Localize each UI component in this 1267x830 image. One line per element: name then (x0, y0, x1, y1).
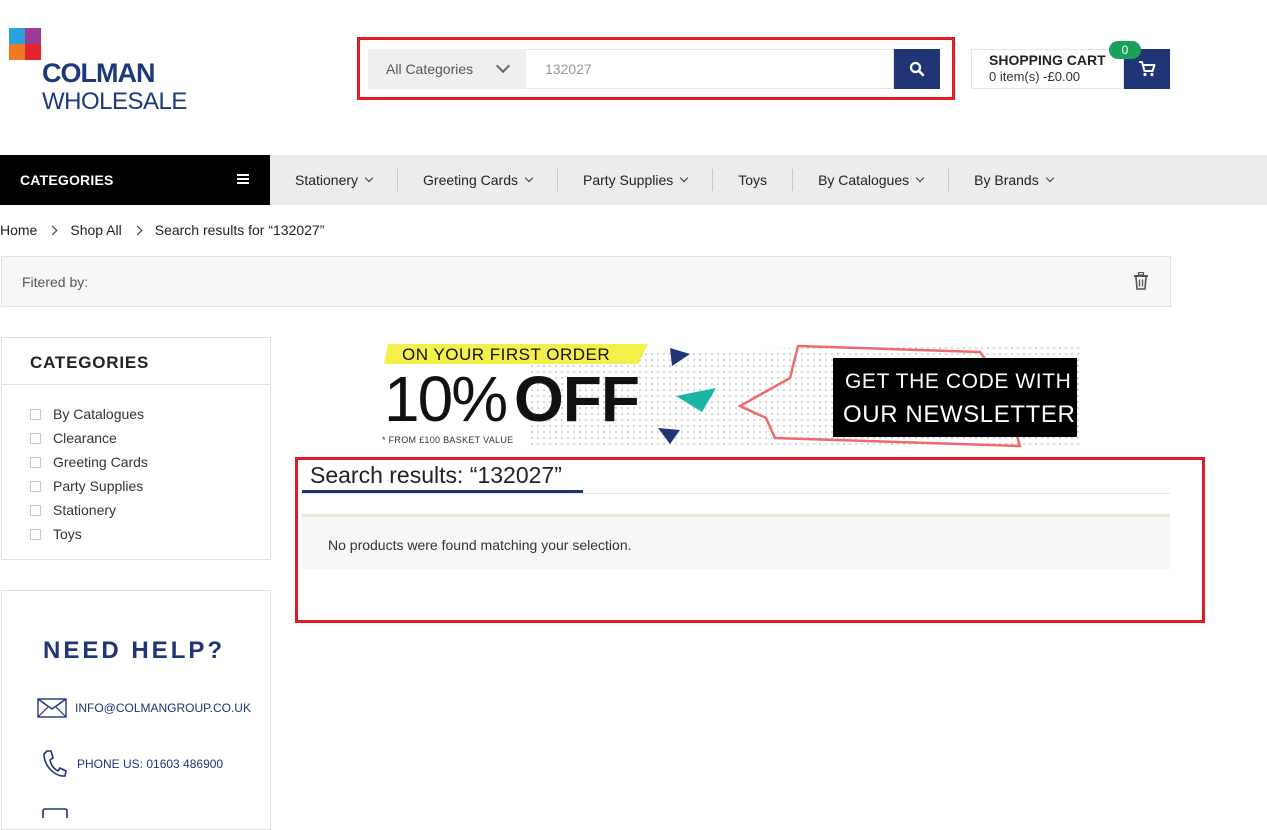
nav-item-label: Stationery (295, 172, 359, 188)
category-filter-list: By Catalogues Clearance Greeting Cards P… (30, 402, 148, 546)
envelope-icon (37, 698, 67, 718)
banner-footnote: * FROM £100 BASKET VALUE (382, 435, 514, 445)
chevron-down-icon (495, 58, 511, 74)
category-filter-clearance[interactable]: Clearance (30, 426, 148, 450)
logo-text-wholesale: WHOLESALE (42, 88, 187, 115)
category-filter-label: Party Supplies (53, 478, 144, 494)
category-filter-label: Toys (53, 526, 82, 542)
chevron-down-icon (524, 173, 534, 183)
filter-label: Fitered by: (22, 274, 89, 290)
need-help-title: NEED HELP? (43, 637, 226, 664)
nav-item-label: By Catalogues (818, 172, 910, 188)
logo-square-blue (9, 28, 25, 44)
filter-bar: Fitered by: (1, 256, 1171, 307)
checkbox[interactable] (30, 456, 41, 468)
phone-number: PHONE US: 01603 486900 (77, 757, 224, 771)
no-results-notice: No products were found matching your sel… (302, 514, 1170, 569)
category-filter-label: Stationery (53, 502, 117, 518)
cart-icon (1139, 61, 1156, 77)
category-filter-toys[interactable]: Toys (30, 522, 148, 546)
chevron-down-icon (1045, 173, 1054, 183)
logo-square-red (25, 44, 41, 60)
nav-items: Stationery Greeting Cards Party Supplies… (270, 155, 1078, 205)
search-icon (909, 61, 925, 77)
nav-item-party-supplies[interactable]: Party Supplies (558, 169, 714, 191)
checkbox[interactable] (30, 432, 41, 444)
category-filter-label: Greeting Cards (53, 454, 148, 470)
nav-item-label: By Brands (974, 172, 1039, 188)
checkbox[interactable] (30, 504, 41, 516)
phone-contact[interactable]: PHONE US: 01603 486900 (41, 749, 223, 779)
nav-item-label: Toys (738, 172, 768, 188)
chevron-down-icon (915, 173, 925, 183)
cart-summary-text: 0 item(s) -£0.00 (989, 69, 1081, 84)
nav-item-label: Party Supplies (582, 172, 674, 188)
chat-icon (42, 808, 68, 818)
newsletter-promo-banner[interactable]: ON YOUR FIRST ORDER 10% OFF * FROM £100 … (380, 340, 1080, 450)
banner-offer-word: OFF (514, 363, 640, 435)
sidebar-categories: CATEGORIES By Catalogues Clearance Greet… (1, 337, 271, 560)
category-filter-greeting-cards[interactable]: Greeting Cards (30, 450, 148, 474)
hamburger-icon (237, 174, 249, 184)
checkbox[interactable] (30, 480, 41, 492)
nav-item-greeting-cards[interactable]: Greeting Cards (398, 169, 558, 191)
breadcrumb-home[interactable]: Home (0, 222, 37, 238)
nav-item-stationery[interactable]: Stationery (270, 169, 399, 191)
category-select[interactable]: All Categories (368, 49, 526, 89)
divider (2, 384, 270, 385)
banner-cta-line2: OUR NEWSLETTER (843, 401, 1076, 428)
logo-square-purple (25, 28, 41, 44)
nav-item-label: Greeting Cards (423, 172, 518, 188)
breadcrumb: Home Shop All Search results for “132027… (0, 222, 324, 238)
divider (302, 493, 1170, 494)
category-filter-stationery[interactable]: Stationery (30, 498, 148, 522)
checkbox[interactable] (30, 408, 41, 420)
cart-title: SHOPPING CART (989, 52, 1106, 68)
banner-offer-number: 10% (384, 363, 508, 435)
chevron-right-icon (132, 225, 143, 235)
logo-text-colman: COLMAN (42, 58, 155, 88)
banner-cta-line1: GET THE CODE WITH (845, 370, 1072, 393)
checkbox[interactable] (30, 528, 41, 540)
category-filter-label: Clearance (53, 430, 117, 446)
cart-count-badge: 0 (1109, 41, 1141, 59)
sidebar-categories-title: CATEGORIES (30, 353, 150, 372)
search-input[interactable] (526, 49, 894, 89)
categories-menu-toggle[interactable]: CATEGORIES (0, 155, 270, 205)
nav-item-by-catalogues[interactable]: By Catalogues (793, 169, 950, 191)
chevron-down-icon (364, 173, 374, 183)
category-filter-by-catalogues[interactable]: By Catalogues (30, 402, 148, 426)
search-button[interactable] (894, 49, 940, 89)
email-address: INFO@COLMANGROUP.CO.UK (75, 701, 251, 715)
no-results-message: No products were found matching your sel… (328, 537, 632, 553)
chevron-down-icon (680, 173, 689, 183)
category-select-value: All Categories (386, 61, 474, 77)
chat-contact-partial (41, 808, 69, 820)
trash-icon[interactable] (1133, 271, 1149, 295)
breadcrumb-shop-all[interactable]: Shop All (70, 222, 121, 238)
logo-square-orange (9, 44, 25, 60)
phone-icon (43, 750, 67, 777)
nav-item-toys[interactable]: Toys (713, 169, 794, 191)
breadcrumb-current: Search results for “132027” (154, 222, 325, 238)
category-filter-label: By Catalogues (53, 406, 145, 422)
need-help-panel: NEED HELP? INFO@COLMANGROUP.CO.UK PHONE … (1, 590, 271, 830)
banner-tag: ON YOUR FIRST ORDER (402, 345, 611, 364)
categories-menu-label: CATEGORIES (20, 172, 114, 188)
category-filter-party-supplies[interactable]: Party Supplies (30, 474, 148, 498)
chevron-right-icon (47, 225, 58, 235)
search-results-title: Search results: “132027” (310, 462, 562, 488)
email-contact[interactable]: INFO@COLMANGROUP.CO.UK (37, 698, 251, 718)
nav-item-by-brands[interactable]: By Brands (949, 169, 1078, 191)
colman-wholesale-logo[interactable]: COLMAN WHOLESALE (9, 28, 209, 118)
